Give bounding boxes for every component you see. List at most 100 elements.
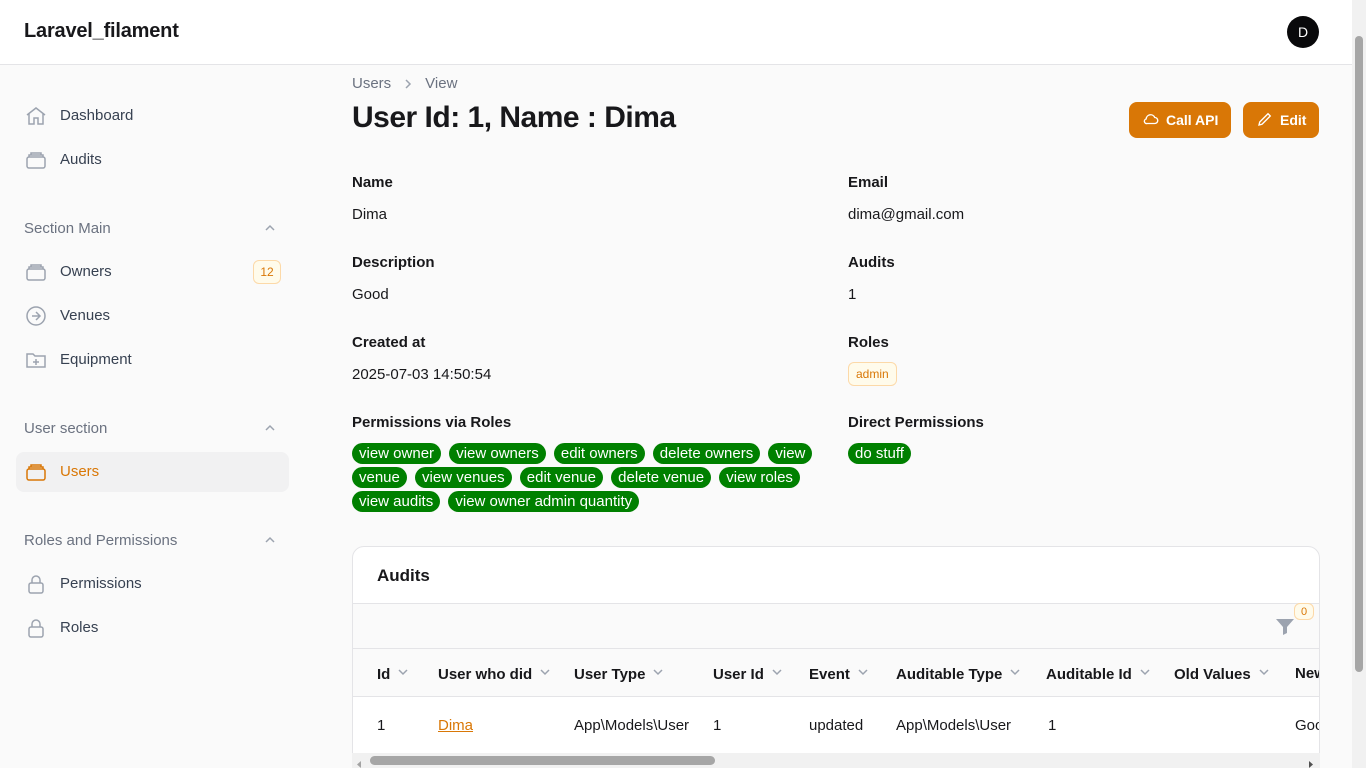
edit-button[interactable]: Edit [1243,102,1320,138]
group-label-section-main[interactable]: Section Main [24,220,111,237]
sidebar-item-label: Dashboard [60,107,134,124]
filter-icon[interactable] [1273,615,1297,639]
group-label-roles-permissions[interactable]: Roles and Permissions [24,532,177,549]
column-header-user-type[interactable]: User Type [574,665,665,683]
table-header: Id User who did User Type User Id Event … [353,649,1319,697]
pencil-icon [1256,110,1274,131]
chevron-down-icon [1257,665,1271,683]
column-header-user-who-did[interactable]: User who did [438,665,552,683]
chevron-down-icon [856,665,870,683]
permission-pill: view audits [352,491,441,512]
direct-permissions-list: do stuff [848,442,915,466]
sidebar-item-label: Equipment [60,351,132,368]
email-label: Email [848,174,889,191]
permission-pill: view owner admin quantity [448,491,640,512]
column-header-auditable-id[interactable]: Auditable Id [1046,665,1152,683]
call-api-button[interactable]: Call API [1129,102,1232,138]
folder-plus-icon [24,348,48,372]
chevron-up-icon[interactable] [262,532,278,548]
table-toolbar [353,604,1319,648]
permission-pill: view owner [352,443,442,464]
column-header-label: User who did [438,665,533,683]
sidebar-item-venues[interactable]: Venues [16,296,289,336]
column-header-label: User Type [574,665,646,683]
table-cell: App\Models\User [896,717,1012,734]
sidebar-item-audits[interactable]: Audits [16,140,289,180]
count-badge: 12 [253,260,281,284]
cloud-icon [1142,110,1160,131]
email-value: dima@gmail.com [848,206,965,223]
edit-label: Edit [1280,112,1307,128]
column-header-label: Event [809,665,850,683]
chevron-down-icon [538,665,552,683]
table-cell: 1 [377,717,386,734]
call-api-label: Call API [1166,112,1219,128]
breadcrumb: Users View [352,75,457,92]
horizontal-scrollbar[interactable] [352,753,1320,768]
scroll-left-icon[interactable] [355,756,364,768]
table-cell: Goo [1295,717,1319,734]
column-header-user-id[interactable]: User Id [713,665,784,683]
column-header-event[interactable]: Event [809,665,870,683]
permission-pill: do stuff [848,443,911,464]
sidebar-item-users[interactable]: Users [16,452,289,492]
breadcrumb-users[interactable]: Users [352,75,391,92]
stack-icon [24,148,48,172]
vertical-scrollbar-thumb[interactable] [1355,36,1363,672]
audits-card-title: Audits [377,566,430,585]
column-header-id[interactable]: Id [377,665,410,683]
home-icon [24,104,48,128]
topbar: Laravel_filament D [0,0,1352,65]
table-cell: App\Models\User [574,717,690,734]
sidebar-item-label: Users [60,463,100,480]
direct-permissions-label: Direct Permissions [848,414,984,431]
sidebar-item-label: Venues [60,307,111,324]
description-value: Good [352,286,389,303]
lock-icon [24,616,48,640]
sidebar-item-owners[interactable]: Owners 12 [16,252,289,292]
chevron-down-icon [770,665,784,683]
chevron-up-icon[interactable] [262,420,278,436]
sidebar-item-roles[interactable]: Roles [16,608,289,648]
lock-icon [24,572,48,596]
column-header-old-values[interactable]: Old Values [1174,665,1271,683]
chevron-down-icon [396,665,410,683]
chevron-up-icon[interactable] [262,220,278,236]
table-cell: 1 [1048,717,1057,734]
column-header-new-values[interactable]: New [1295,665,1319,682]
column-header-label: Id [377,665,391,683]
sidebar-item-label: Audits [60,151,102,168]
audits-value: 1 [848,286,857,303]
group-label-user-section[interactable]: User section [24,420,107,437]
permission-pill: edit venue [519,467,603,488]
user-link[interactable]: Dima [438,717,473,734]
breadcrumb-current: View [425,75,458,92]
name-value: Dima [352,206,388,223]
sidebar-item-permissions[interactable]: Permissions [16,564,289,604]
audits-label: Audits [848,254,895,271]
column-header-label: Auditable Type [896,665,1003,683]
horizontal-scrollbar-thumb[interactable] [370,756,715,765]
vertical-scrollbar[interactable] [1352,0,1366,768]
chevron-down-icon [1138,665,1152,683]
column-header-auditable-type[interactable]: Auditable Type [896,665,1022,683]
permission-pill: delete venue [611,467,712,488]
table-cell: updated [809,717,864,734]
brand-title[interactable]: Laravel_filament [24,20,179,43]
sidebar-item-label: Permissions [60,575,142,592]
created-at-label: Created at [352,334,426,351]
column-header-label: Old Values [1174,665,1251,683]
audits-card: Audits 0 Id User who did User Type User … [352,546,1320,768]
chevron-right-icon [401,77,415,91]
scroll-right-icon[interactable] [1306,756,1315,768]
chevron-down-icon [651,665,665,683]
permission-pill: edit owners [553,443,645,464]
permission-pill: view owners [449,443,546,464]
sidebar-item-equipment[interactable]: Equipment [16,340,289,380]
stack-icon [24,260,48,284]
permissions-via-roles-label: Permissions via Roles [352,414,512,431]
user-avatar[interactable]: D [1287,16,1319,48]
stack-icon [24,460,48,484]
description-label: Description [352,254,435,271]
sidebar-item-dashboard[interactable]: Dashboard [16,96,289,136]
